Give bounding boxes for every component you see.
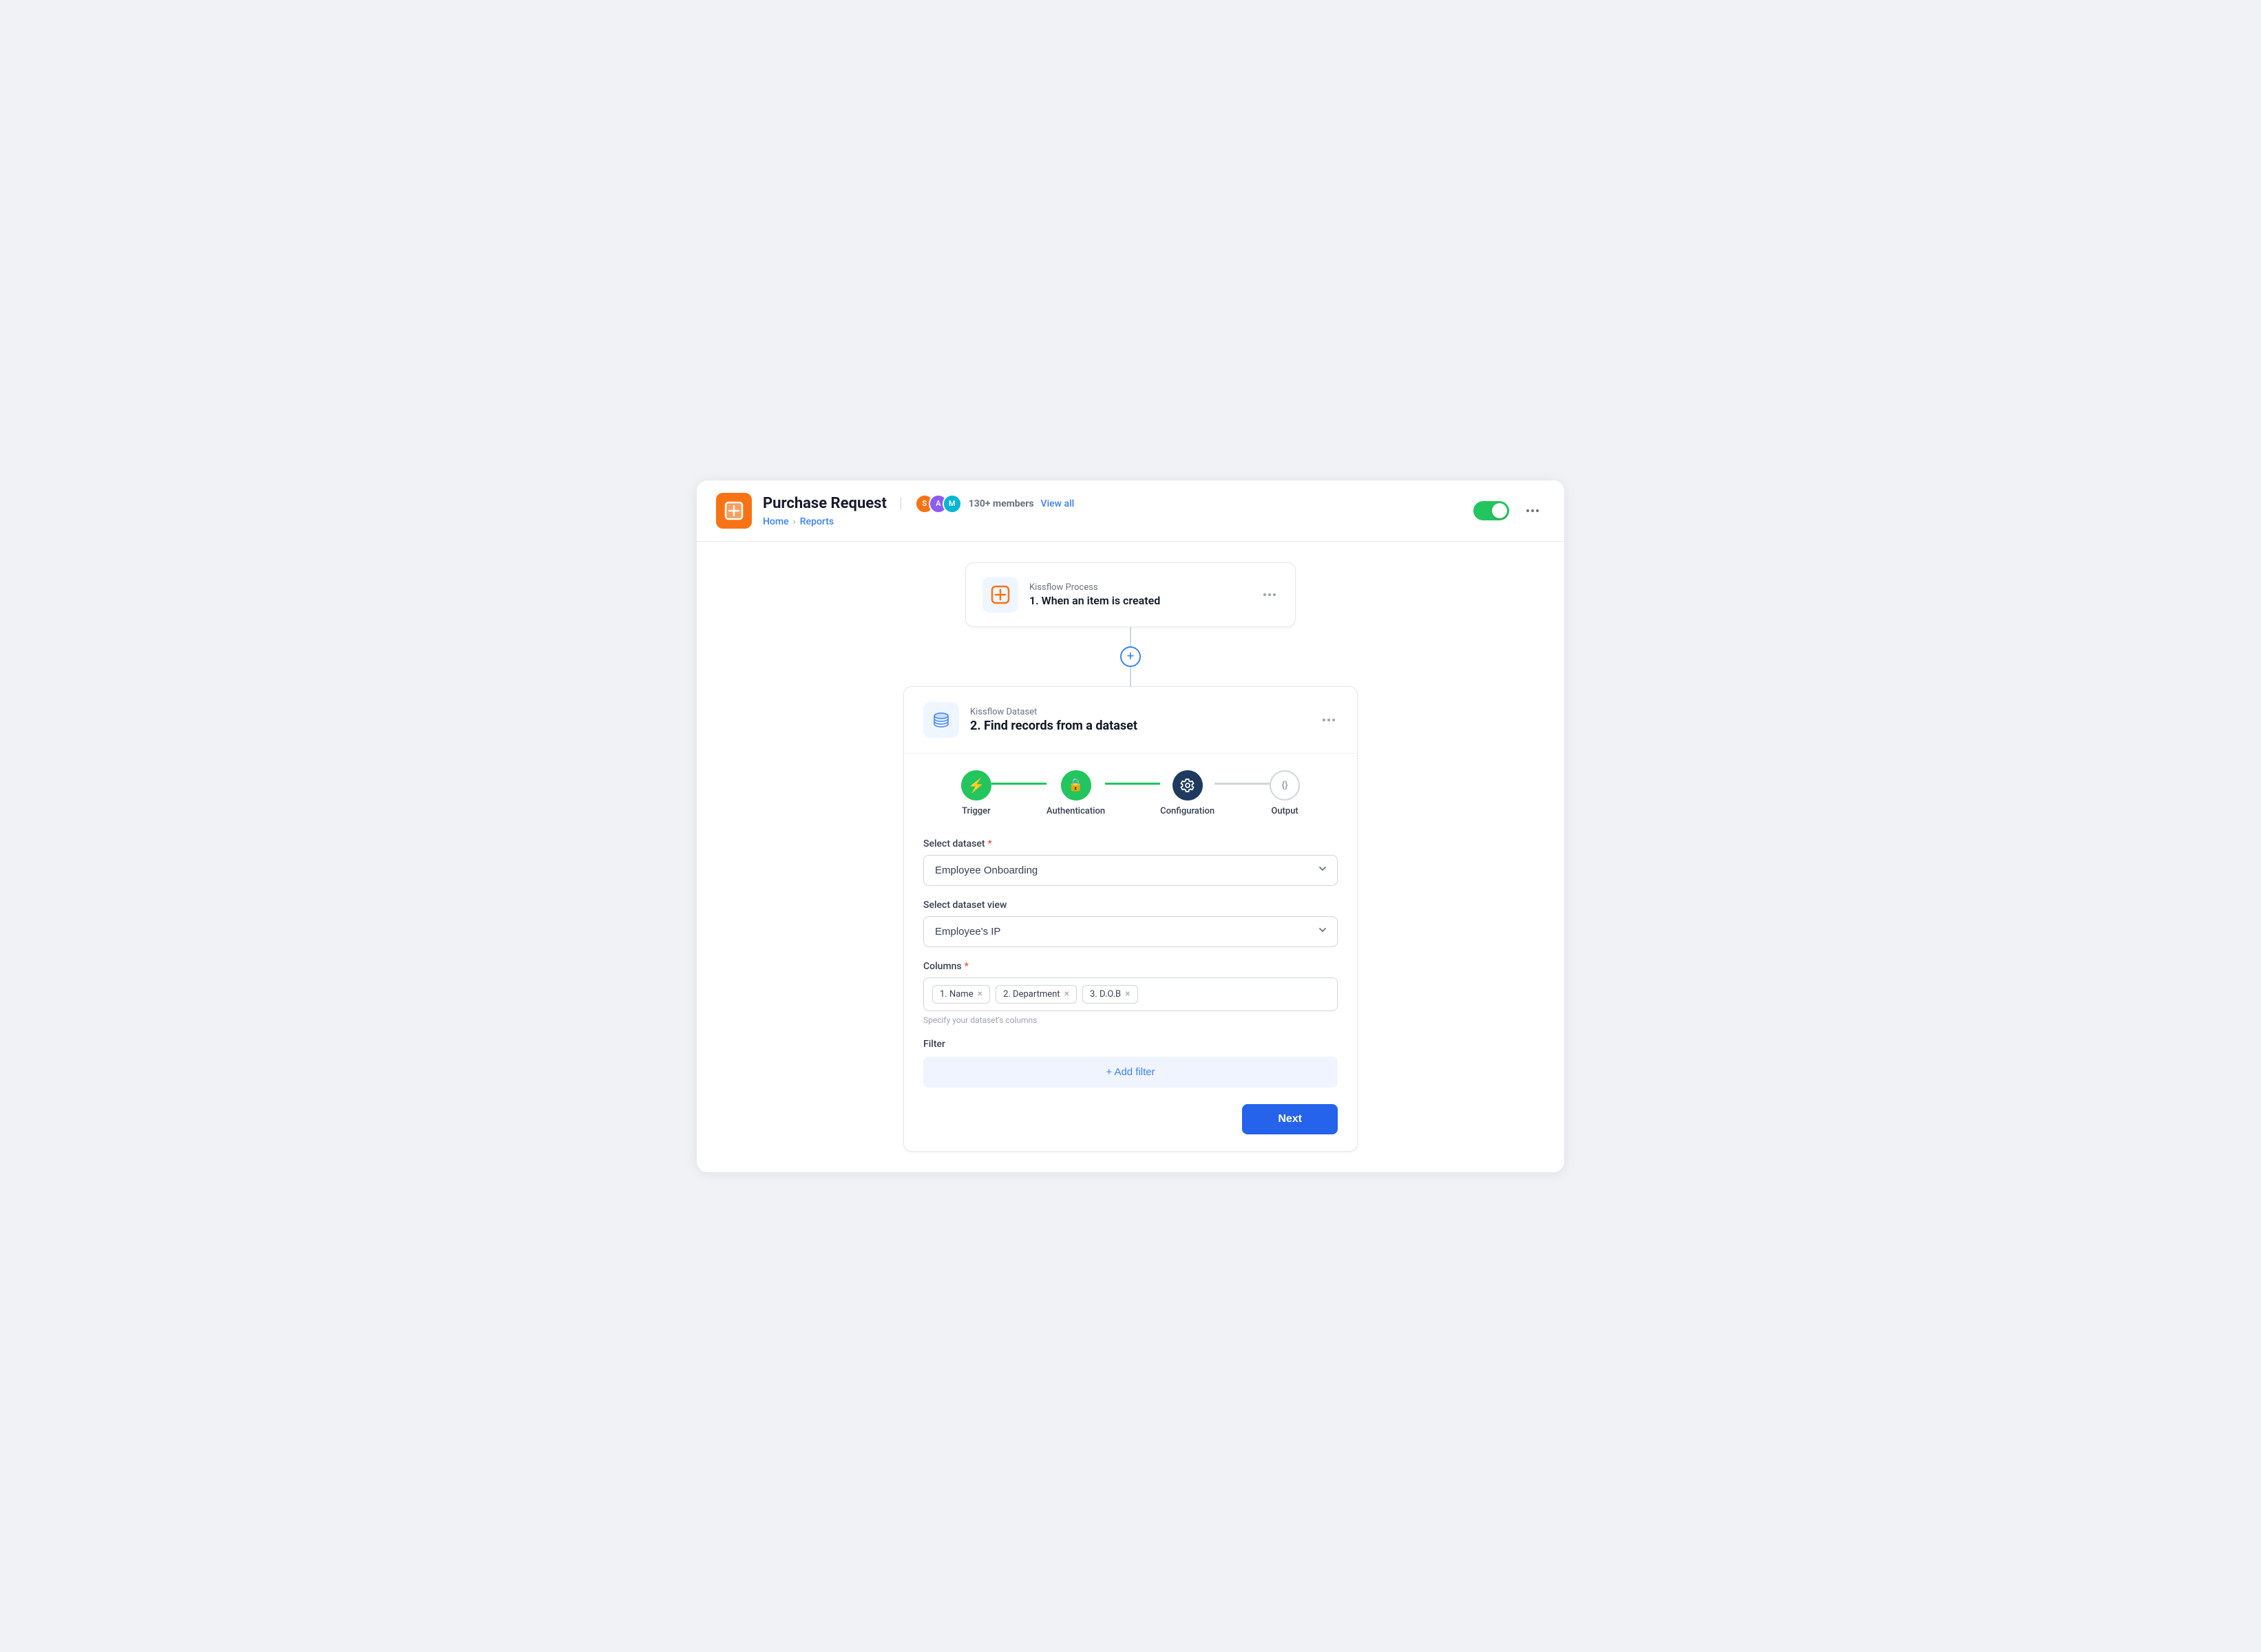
connector-trigger-auth <box>991 783 1047 785</box>
breadcrumb-separator: › <box>793 516 796 527</box>
columns-group: Columns * 1. Name × 2. Department × <box>923 961 1338 1025</box>
members-area: S A M 130+ members View all <box>915 494 1074 513</box>
toggle-thumb <box>1492 503 1507 518</box>
more-menu-button[interactable] <box>1520 498 1545 523</box>
footer-actions: Next <box>923 1104 1338 1134</box>
header-separator: | <box>899 495 903 512</box>
select-dataset-label: Select dataset * <box>923 838 1338 849</box>
braces-icon: {} <box>1281 780 1287 791</box>
chip-dob-close[interactable]: × <box>1125 989 1130 999</box>
more-dot-2 <box>1327 719 1330 721</box>
dataset-text: Kissflow Dataset 2. Find records from a … <box>970 707 1309 733</box>
toggle-switch[interactable] <box>1473 501 1509 520</box>
members-count: 130+ members <box>969 498 1034 509</box>
header-actions <box>1473 498 1545 523</box>
step-trigger-circle: ⚡ <box>961 770 991 801</box>
select-dataset-input[interactable]: Employee Onboarding <box>923 855 1338 886</box>
gear-icon <box>1180 778 1195 793</box>
dataset-card-body: ⚡ Trigger 🔒 Authentication <box>904 754 1357 1151</box>
columns-label: Columns * <box>923 961 1338 972</box>
trigger-icon-box <box>982 577 1018 613</box>
trigger-title: 1. When an item is created <box>1029 594 1250 607</box>
trigger-source-label: Kissflow Process <box>1029 582 1250 593</box>
columns-hint: Specify your dataset's columns <box>923 1015 1338 1025</box>
step-trigger-label: Trigger <box>962 806 991 816</box>
chip-name-close[interactable]: × <box>978 989 982 999</box>
trigger-more-button[interactable] <box>1261 591 1279 599</box>
select-dataset-group: Select dataset * Employee Onboarding <box>923 838 1338 886</box>
header-title-area: Purchase Request | S A M 130+ m <box>763 494 1473 527</box>
trigger-text: Kissflow Process 1. When an item is crea… <box>1029 582 1250 607</box>
step-trigger: ⚡ Trigger <box>961 770 991 816</box>
dataset-title: 2. Find records from a dataset <box>970 719 1309 733</box>
dot-2 <box>1531 509 1534 512</box>
add-filter-button[interactable]: + Add filter <box>923 1057 1338 1088</box>
step-output-circle: {} <box>1270 770 1300 801</box>
connector: + <box>1120 627 1141 686</box>
more-dot-3 <box>1273 593 1276 596</box>
trigger-card: Kissflow Process 1. When an item is crea… <box>965 562 1296 627</box>
app-logo <box>716 493 752 529</box>
more-dot-2 <box>1268 593 1271 596</box>
app-title: Purchase Request <box>763 495 887 512</box>
select-view-group: Select dataset view Employee's IP <box>923 900 1338 947</box>
step-authentication: 🔒 Authentication <box>1047 770 1105 816</box>
avatars: S A M <box>915 494 962 513</box>
step-output[interactable]: {} Output <box>1270 770 1300 816</box>
dataset-card: Kissflow Dataset 2. Find records from a … <box>903 686 1358 1152</box>
next-button[interactable]: Next <box>1242 1104 1338 1134</box>
breadcrumb: Home › Reports <box>763 516 1473 527</box>
chip-name: 1. Name × <box>932 985 990 1004</box>
step-config-circle <box>1172 770 1203 801</box>
step-configuration[interactable]: Configuration <box>1160 770 1214 816</box>
breadcrumb-current[interactable]: Reports <box>800 516 834 527</box>
required-star-dataset: * <box>988 838 992 849</box>
more-dot-1 <box>1263 593 1266 596</box>
connector-line-top <box>1130 627 1131 646</box>
dataset-icon-box <box>923 702 959 738</box>
lightning-icon: ⚡ <box>967 777 985 794</box>
lock-icon: 🔒 <box>1068 778 1083 792</box>
header: Purchase Request | S A M 130+ m <box>697 480 1564 542</box>
more-dot-3 <box>1332 719 1335 721</box>
columns-chips-container[interactable]: 1. Name × 2. Department × 3. D.O.B × <box>923 977 1338 1011</box>
select-view-label: Select dataset view <box>923 900 1338 911</box>
step-output-label: Output <box>1271 806 1298 816</box>
chip-dob: 3. D.O.B × <box>1082 985 1138 1004</box>
dataset-card-header: Kissflow Dataset 2. Find records from a … <box>904 687 1357 754</box>
connector-auth-config <box>1105 783 1160 785</box>
steps-row: ⚡ Trigger 🔒 Authentication <box>923 770 1338 816</box>
required-star-columns: * <box>965 961 969 972</box>
filter-label: Filter <box>923 1039 1338 1050</box>
add-step-button[interactable]: + <box>1120 646 1141 667</box>
select-dataset-wrapper: Employee Onboarding <box>923 855 1338 886</box>
step-auth-label: Authentication <box>1047 806 1105 816</box>
filter-section: Filter + Add filter <box>923 1039 1338 1088</box>
dot-1 <box>1526 509 1529 512</box>
connector-line-bottom <box>1130 667 1131 686</box>
view-all-link[interactable]: View all <box>1041 498 1075 509</box>
step-auth-circle: 🔒 <box>1061 770 1091 801</box>
connector-config-output <box>1214 783 1270 785</box>
dataset-source-label: Kissflow Dataset <box>970 707 1309 717</box>
main-content: Kissflow Process 1. When an item is crea… <box>697 542 1564 1172</box>
chip-department-close[interactable]: × <box>1064 989 1069 999</box>
dot-3 <box>1536 509 1539 512</box>
breadcrumb-home[interactable]: Home <box>763 516 789 527</box>
chip-department: 2. Department × <box>996 985 1077 1004</box>
step-config-label: Configuration <box>1160 806 1214 816</box>
select-view-input[interactable]: Employee's IP <box>923 916 1338 947</box>
dataset-more-button[interactable] <box>1320 716 1338 724</box>
more-dot-1 <box>1323 719 1325 721</box>
select-view-wrapper: Employee's IP <box>923 916 1338 947</box>
avatar-3: M <box>943 494 962 513</box>
